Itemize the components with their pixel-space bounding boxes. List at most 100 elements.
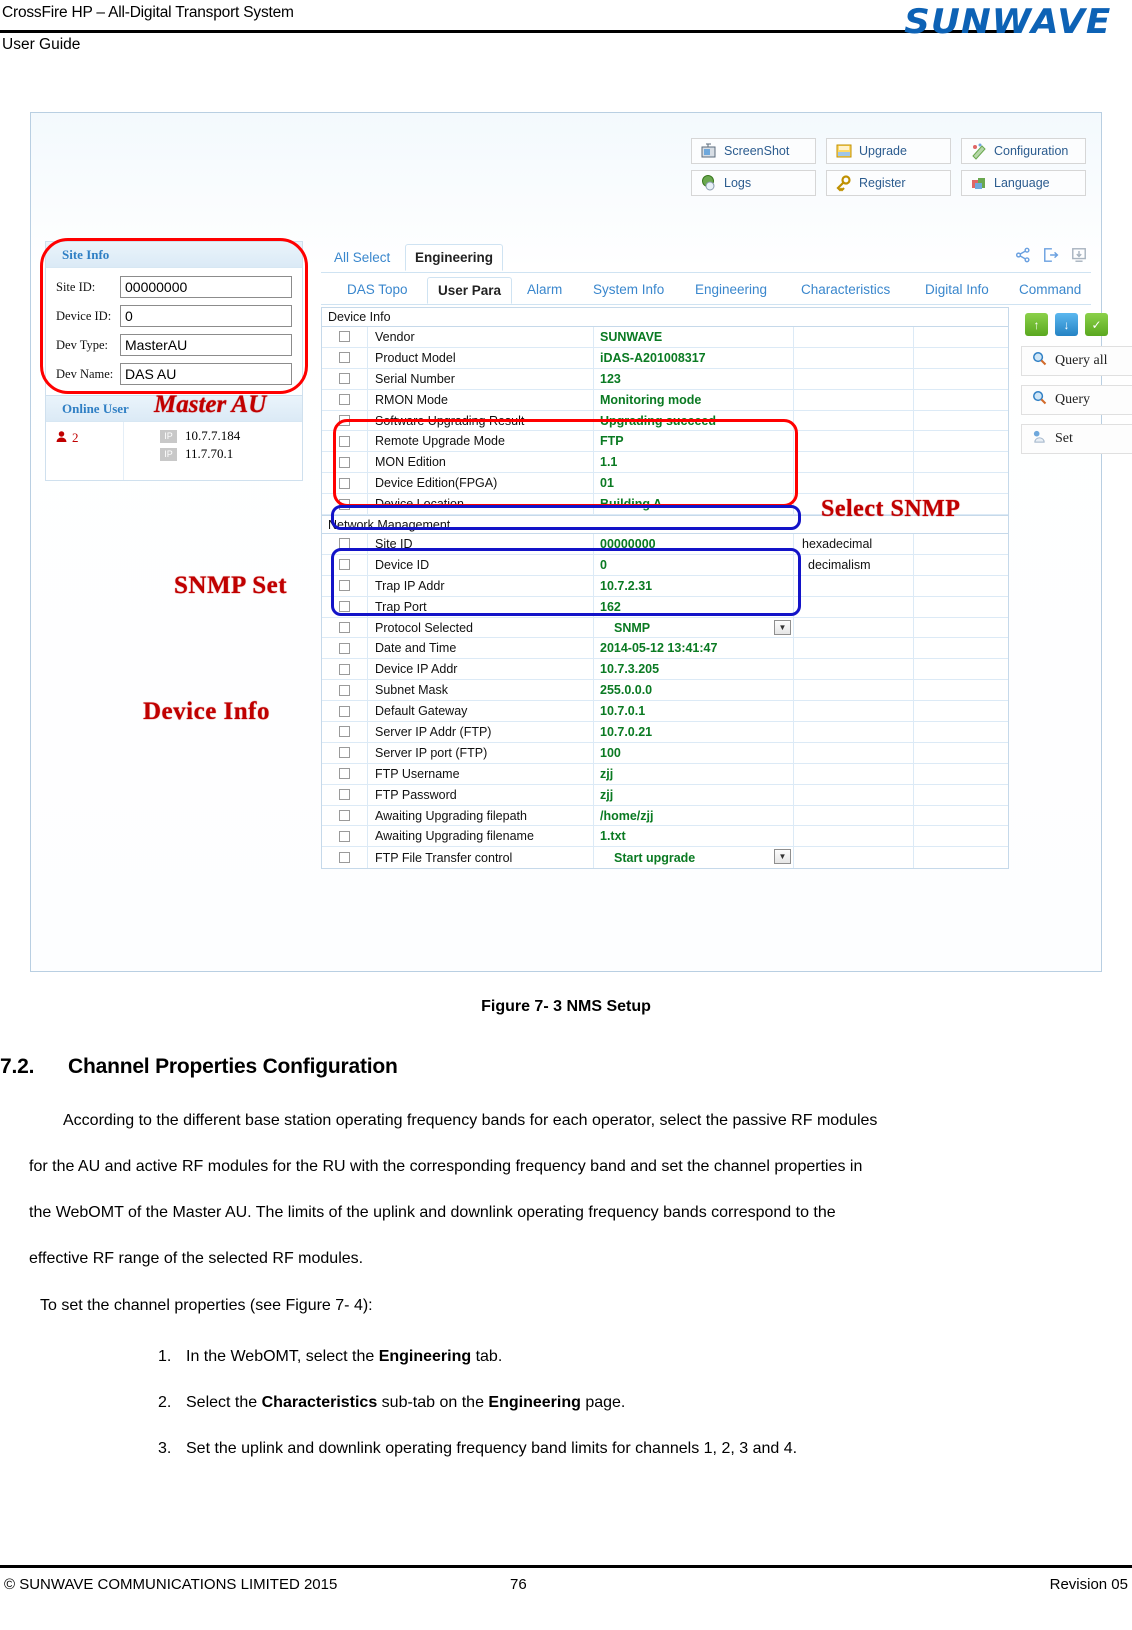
- param-value[interactable]: 10.7.0.21: [594, 722, 794, 742]
- row-checkbox-cell[interactable]: [322, 575, 368, 596]
- row-checkbox-cell[interactable]: [322, 327, 368, 347]
- param-value-dropdown[interactable]: SNMP ▼: [594, 617, 794, 638]
- param-value[interactable]: Upgrading succeed: [594, 410, 794, 431]
- table-row[interactable]: FTP Username zjj: [322, 763, 1008, 785]
- export-icon[interactable]: [1043, 247, 1059, 268]
- row-checkbox-cell[interactable]: [322, 617, 368, 638]
- param-value[interactable]: SUNWAVE: [594, 327, 794, 347]
- table-row[interactable]: FTP Password zjj: [322, 784, 1008, 806]
- checkbox-icon[interactable]: [339, 622, 350, 634]
- subtab-das-topo[interactable]: DAS Topo: [337, 277, 418, 302]
- table-row[interactable]: Awaiting Upgrading filename 1.txt: [322, 826, 1008, 848]
- row-checkbox-cell[interactable]: [322, 638, 368, 659]
- table-row[interactable]: Default Gateway 10.7.0.1: [322, 701, 1008, 723]
- subtab-alarm[interactable]: Alarm: [517, 277, 572, 302]
- configuration-button[interactable]: Configuration: [961, 138, 1086, 164]
- table-row[interactable]: Software Upgrading Result Upgrading succ…: [322, 410, 1008, 432]
- upgrade-button[interactable]: Upgrade: [826, 138, 951, 164]
- param-value[interactable]: zjj: [594, 784, 794, 805]
- checkbox-icon[interactable]: [339, 768, 350, 780]
- query-button[interactable]: Query: [1021, 385, 1132, 415]
- param-value[interactable]: zjj: [594, 763, 794, 784]
- upload-icon[interactable]: ↑: [1025, 313, 1048, 336]
- param-value[interactable]: 10.7.2.31: [594, 575, 794, 596]
- row-checkbox-cell[interactable]: [322, 347, 368, 368]
- tab-engineering[interactable]: Engineering: [405, 244, 504, 271]
- table-row[interactable]: Awaiting Upgrading filepath /home/zjj: [322, 805, 1008, 827]
- checkbox-icon[interactable]: [339, 373, 350, 385]
- row-checkbox-cell[interactable]: [322, 701, 368, 722]
- param-value[interactable]: iDAS-A201008317: [594, 347, 794, 368]
- subtab-command[interactable]: Command: [1009, 277, 1091, 302]
- checkbox-icon[interactable]: [339, 705, 350, 717]
- table-row[interactable]: MON Edition 1.1: [322, 452, 1008, 474]
- param-value[interactable]: 1.txt: [594, 826, 794, 847]
- register-button[interactable]: Register: [826, 170, 951, 196]
- site-id-input[interactable]: 00000000: [120, 276, 292, 298]
- row-checkbox-cell[interactable]: [322, 847, 368, 869]
- tab-all-select[interactable]: All Select: [325, 245, 399, 270]
- chevron-down-icon[interactable]: ▼: [774, 619, 791, 635]
- param-value[interactable]: /home/zjj: [594, 805, 794, 826]
- table-row[interactable]: Serial Number 123: [322, 368, 1008, 390]
- param-value[interactable]: 0: [594, 554, 794, 575]
- checkbox-icon[interactable]: [339, 559, 350, 571]
- checkbox-icon[interactable]: [339, 642, 350, 654]
- checkbox-icon[interactable]: [339, 415, 350, 426]
- chevron-down-icon[interactable]: ▼: [774, 849, 791, 865]
- checkbox-icon[interactable]: [339, 498, 350, 510]
- param-value[interactable]: Building A: [594, 494, 794, 515]
- download-icon[interactable]: ↓: [1055, 313, 1078, 336]
- row-checkbox-cell[interactable]: [322, 473, 368, 494]
- table-row[interactable]: Server IP port (FTP) 100: [322, 742, 1008, 764]
- param-value[interactable]: 123: [594, 368, 794, 389]
- param-value[interactable]: 10.7.0.1: [594, 701, 794, 722]
- share-icon[interactable]: [1015, 247, 1031, 268]
- table-row[interactable]: Server IP Addr (FTP) 10.7.0.21: [322, 722, 1008, 743]
- checkbox-icon[interactable]: [339, 580, 350, 592]
- checkbox-icon[interactable]: [339, 684, 350, 696]
- row-checkbox-cell[interactable]: [322, 431, 368, 452]
- row-checkbox-cell[interactable]: [322, 596, 368, 617]
- subtab-engineering[interactable]: Engineering: [685, 277, 777, 302]
- row-checkbox-cell[interactable]: [322, 722, 368, 742]
- checkbox-icon[interactable]: [339, 830, 350, 842]
- subtab-characteristics[interactable]: Characteristics: [791, 277, 900, 302]
- param-value[interactable]: 2014-05-12 13:41:47: [594, 638, 794, 659]
- checkbox-icon[interactable]: [339, 789, 350, 801]
- param-value[interactable]: 162: [594, 596, 794, 617]
- checkbox-icon[interactable]: [339, 331, 350, 343]
- screenshot-button[interactable]: ScreenShot: [691, 138, 816, 164]
- subtab-digital-info[interactable]: Digital Info: [915, 277, 999, 302]
- table-row[interactable]: Device IP Addr 10.7.3.205: [322, 659, 1008, 681]
- row-checkbox-cell[interactable]: [322, 742, 368, 763]
- row-checkbox-cell[interactable]: [322, 389, 368, 410]
- checkbox-icon[interactable]: [339, 456, 350, 468]
- checkbox-icon[interactable]: [339, 747, 350, 759]
- table-row[interactable]: Vendor SUNWAVE: [322, 327, 1008, 348]
- table-row[interactable]: FTP File Transfer control Start upgrade …: [322, 847, 1008, 869]
- row-checkbox-cell[interactable]: [322, 534, 368, 554]
- device-id-input[interactable]: 0: [120, 305, 292, 327]
- query-all-button[interactable]: Query all: [1021, 346, 1132, 376]
- row-checkbox-cell[interactable]: [322, 659, 368, 680]
- table-row[interactable]: Date and Time 2014-05-12 13:41:47: [322, 638, 1008, 660]
- table-row[interactable]: Subnet Mask 255.0.0.0: [322, 680, 1008, 702]
- param-value[interactable]: Monitoring mode: [594, 389, 794, 410]
- table-row[interactable]: Remote Upgrade Mode FTP: [322, 431, 1008, 453]
- row-checkbox-cell[interactable]: [322, 763, 368, 784]
- param-value[interactable]: 1.1: [594, 452, 794, 473]
- checkbox-icon[interactable]: [339, 538, 350, 550]
- checkbox-icon[interactable]: [339, 435, 350, 447]
- check-icon[interactable]: ✓: [1085, 313, 1108, 336]
- checkbox-icon[interactable]: [339, 477, 350, 489]
- checkbox-icon[interactable]: [339, 352, 350, 364]
- row-checkbox-cell[interactable]: [322, 784, 368, 805]
- language-button[interactable]: Language: [961, 170, 1086, 196]
- checkbox-icon[interactable]: [339, 394, 350, 406]
- subtab-user-para[interactable]: User Para: [427, 277, 513, 304]
- param-value-dropdown[interactable]: Start upgrade ▼: [594, 847, 794, 869]
- param-value[interactable]: 255.0.0.0: [594, 680, 794, 701]
- table-row[interactable]: Product Model iDAS-A201008317: [322, 347, 1008, 369]
- checkbox-icon[interactable]: [339, 663, 350, 675]
